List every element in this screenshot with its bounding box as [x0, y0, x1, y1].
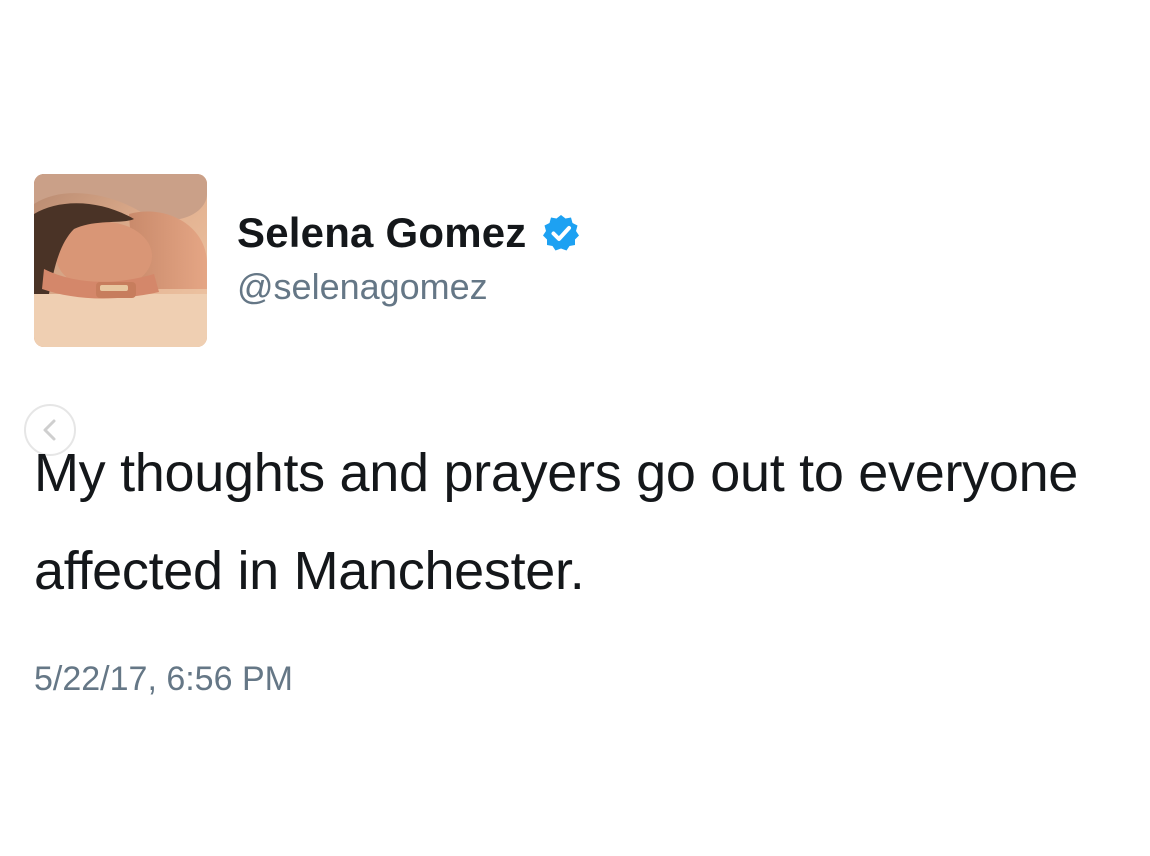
tweet-header: Selena Gomez @selenagomez: [34, 174, 581, 347]
author-avatar[interactable]: [34, 174, 207, 347]
author-handle[interactable]: @selenagomez: [237, 267, 581, 307]
tweet-text: My thoughts and prayers go out to everyo…: [34, 443, 1079, 601]
tweet-screenshot: Selena Gomez @selenagomez My thoughts an…: [0, 0, 1150, 856]
name-row: Selena Gomez: [237, 209, 581, 257]
avatar-photo: [34, 174, 207, 347]
tweet-timestamp[interactable]: 5/22/17, 6:56 PM: [34, 660, 293, 699]
verified-badge-icon: [541, 213, 581, 253]
author-names: Selena Gomez @selenagomez: [237, 209, 581, 307]
author-display-name[interactable]: Selena Gomez: [237, 209, 527, 257]
